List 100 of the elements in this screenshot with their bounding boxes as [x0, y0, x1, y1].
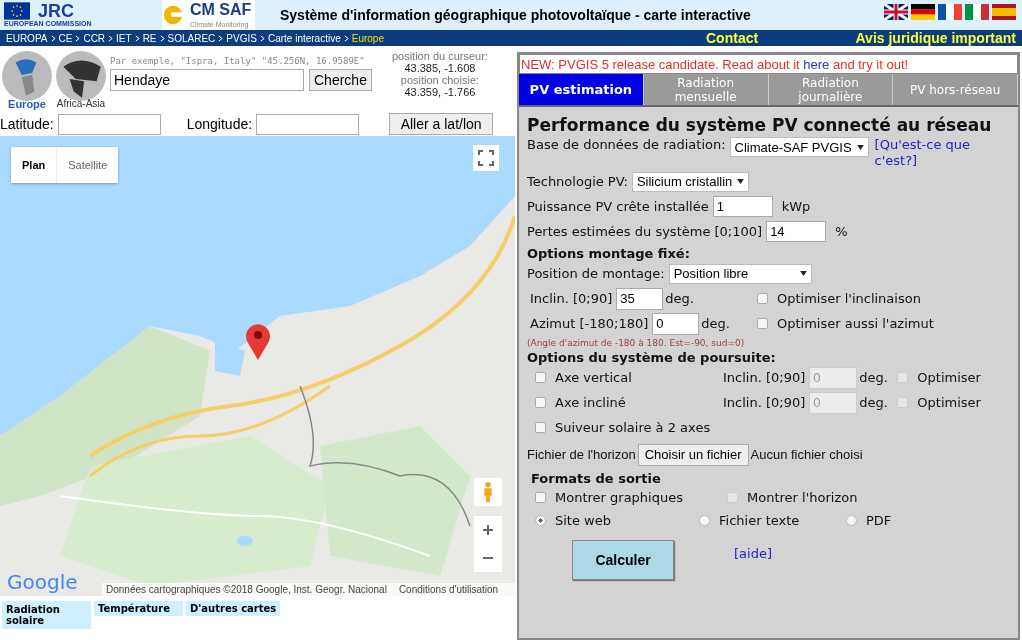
field-label: Azimut [-180;180] [530, 316, 649, 331]
breadcrumb-link[interactable]: RE [142, 32, 157, 44]
checkbox-label: Suiveur solaire à 2 axes [555, 420, 711, 435]
radio-button[interactable] [535, 515, 546, 526]
caret-icon [856, 144, 864, 150]
field-label: Inclin. [0;90] [723, 370, 806, 385]
radio-button[interactable] [845, 515, 857, 526]
mounting-dropdown[interactable]: Position libre [668, 263, 812, 284]
latitude-field[interactable] [57, 113, 161, 135]
unit-label: deg. [701, 316, 730, 331]
plus-icon [482, 524, 494, 536]
globe-icon [1, 50, 53, 102]
chevron-icon [259, 34, 265, 42]
checkbox-label: Montrer graphiques [555, 490, 683, 505]
peak-power-field[interactable]: 1 [712, 196, 773, 217]
section-heading: Options du système de poursuite: [527, 350, 777, 365]
unit-label: deg. [665, 291, 694, 306]
france-flag-icon[interactable] [938, 4, 962, 20]
chevron-icon [134, 34, 140, 42]
attribution-text: Données cartographiques ©2018 Google, Inst. Geogr. Nacional [106, 584, 387, 595]
field-label: Puissance PV crête installée [527, 199, 709, 214]
tab[interactable]: PV estimation [519, 74, 644, 105]
terms-link[interactable]: Conditions d'utilisation [398, 584, 499, 595]
logo-text: CM SAF [190, 1, 253, 19]
azimuth-note: (Angle d'azimut de -180 à 180. Est=-90, sud=0) [527, 338, 746, 348]
eu-flag-icon [4, 2, 30, 20]
logo-text: JRC [38, 2, 75, 20]
go-button[interactable]: Aller a lat/lon [389, 113, 494, 135]
section-heading: Formats de sortie [531, 471, 662, 486]
checkbox[interactable] [535, 397, 546, 408]
field-label: Inclin. [0;90] [530, 291, 613, 306]
field-label: Base de données de radiation: [527, 137, 726, 152]
unit-label: deg. [859, 395, 889, 410]
breadcrumb-link[interactable]: EUROPA [6, 32, 48, 44]
section-heading: Options montage fixé: [527, 246, 691, 261]
uk-flag-icon[interactable] [884, 4, 908, 20]
search-button[interactable]: Cherche [309, 69, 372, 91]
radio-label: Fichier texte [719, 513, 800, 528]
caret-icon [799, 271, 807, 276]
checkbox[interactable] [535, 372, 546, 383]
calculate-button[interactable]: Calculer [572, 540, 674, 580]
checkbox[interactable] [535, 492, 546, 503]
checkbox-label: Montrer l'horizon [747, 490, 858, 505]
radio-label: Site web [555, 513, 611, 528]
map-tab[interactable]: Radiation solaire [2, 601, 91, 629]
region-selector[interactable]: Africa-Asia [54, 50, 108, 109]
street-view-button[interactable] [474, 478, 502, 506]
checkbox[interactable] [757, 293, 768, 304]
breadcrumb-link[interactable]: CCR [83, 32, 106, 44]
chevron-icon [218, 34, 224, 42]
notice-text: NEW: PVGIS 5 release candidate. Read about it here and try it out! [521, 56, 909, 72]
file-button[interactable]: Choisir un fichier [637, 443, 749, 466]
breadcrumb-current: Europe [351, 32, 384, 44]
breadcrumb-link[interactable]: SOLAREC [167, 32, 216, 44]
cursor-value: 43.385, -1.608 [404, 62, 476, 74]
checkbox[interactable] [757, 318, 768, 329]
region-selector[interactable]: Europe [0, 50, 54, 110]
notice-link[interactable]: here [803, 56, 830, 72]
checkbox-label: Optimiser aussi l'azimut [777, 316, 934, 331]
map-type-tab[interactable]: Plan [11, 147, 58, 183]
database-dropdown[interactable]: Climate-SAF PVGIS [729, 137, 869, 157]
checkbox-label: Axe incliné [555, 395, 626, 410]
caret-icon [737, 179, 745, 184]
chevron-icon [159, 34, 165, 42]
search-hint: Par exemple, "Ispra, Italy" "45.256N, 16.9589E" [110, 56, 366, 66]
chevron-icon [50, 34, 56, 42]
field-label: Pertes estimées du système [0;100] [527, 224, 763, 239]
checkbox[interactable] [535, 422, 546, 433]
file-status: Aucun fichier choisi [750, 447, 863, 462]
legal-notice-link[interactable]: Avis juridique important [855, 30, 1016, 46]
italy-flag-icon[interactable] [965, 4, 989, 20]
breadcrumb-link[interactable]: Carte interactive [267, 32, 341, 44]
google-logo: Google [7, 570, 78, 594]
breadcrumb-link[interactable]: IET [116, 32, 132, 44]
technology-dropdown[interactable]: Silicium cristallin [631, 171, 750, 192]
search-field[interactable]: Hendaye [110, 69, 304, 91]
fullscreen-button[interactable] [473, 145, 499, 171]
angle-field[interactable]: 35 [616, 287, 664, 310]
map-pin-icon[interactable] [245, 323, 271, 361]
map-tab[interactable]: Température [94, 601, 183, 616]
fullscreen-icon [478, 150, 494, 166]
field-label: Inclin. [0;90] [723, 395, 806, 410]
map-type-tab[interactable]: Satellite [57, 147, 119, 183]
angle-field[interactable]: 0 [652, 312, 700, 335]
longitude-field[interactable] [256, 113, 360, 135]
checkbox-label: Optimiser [917, 395, 981, 410]
site-title: Système d'information géographique photovoltaïque - carte interactive [280, 7, 751, 23]
radio-button[interactable] [699, 515, 711, 526]
germany-flag-icon[interactable] [911, 4, 935, 20]
losses-field[interactable]: 14 [766, 221, 827, 242]
help-link[interactable]: [aide] [734, 545, 772, 561]
spain-flag-icon[interactable] [992, 4, 1016, 20]
contact-link[interactable]: Contact [706, 30, 759, 46]
map-tab[interactable]: D'autres cartes [186, 601, 281, 616]
unit-label: % [835, 224, 848, 239]
help-link[interactable]: [Qu'est-ce que c'est?] [874, 137, 985, 169]
breadcrumb-link[interactable]: CE [58, 32, 73, 44]
field-label: Technologie PV: [527, 174, 628, 189]
breadcrumb-link[interactable]: PVGIS [226, 32, 257, 44]
unit-label: deg. [859, 370, 889, 385]
